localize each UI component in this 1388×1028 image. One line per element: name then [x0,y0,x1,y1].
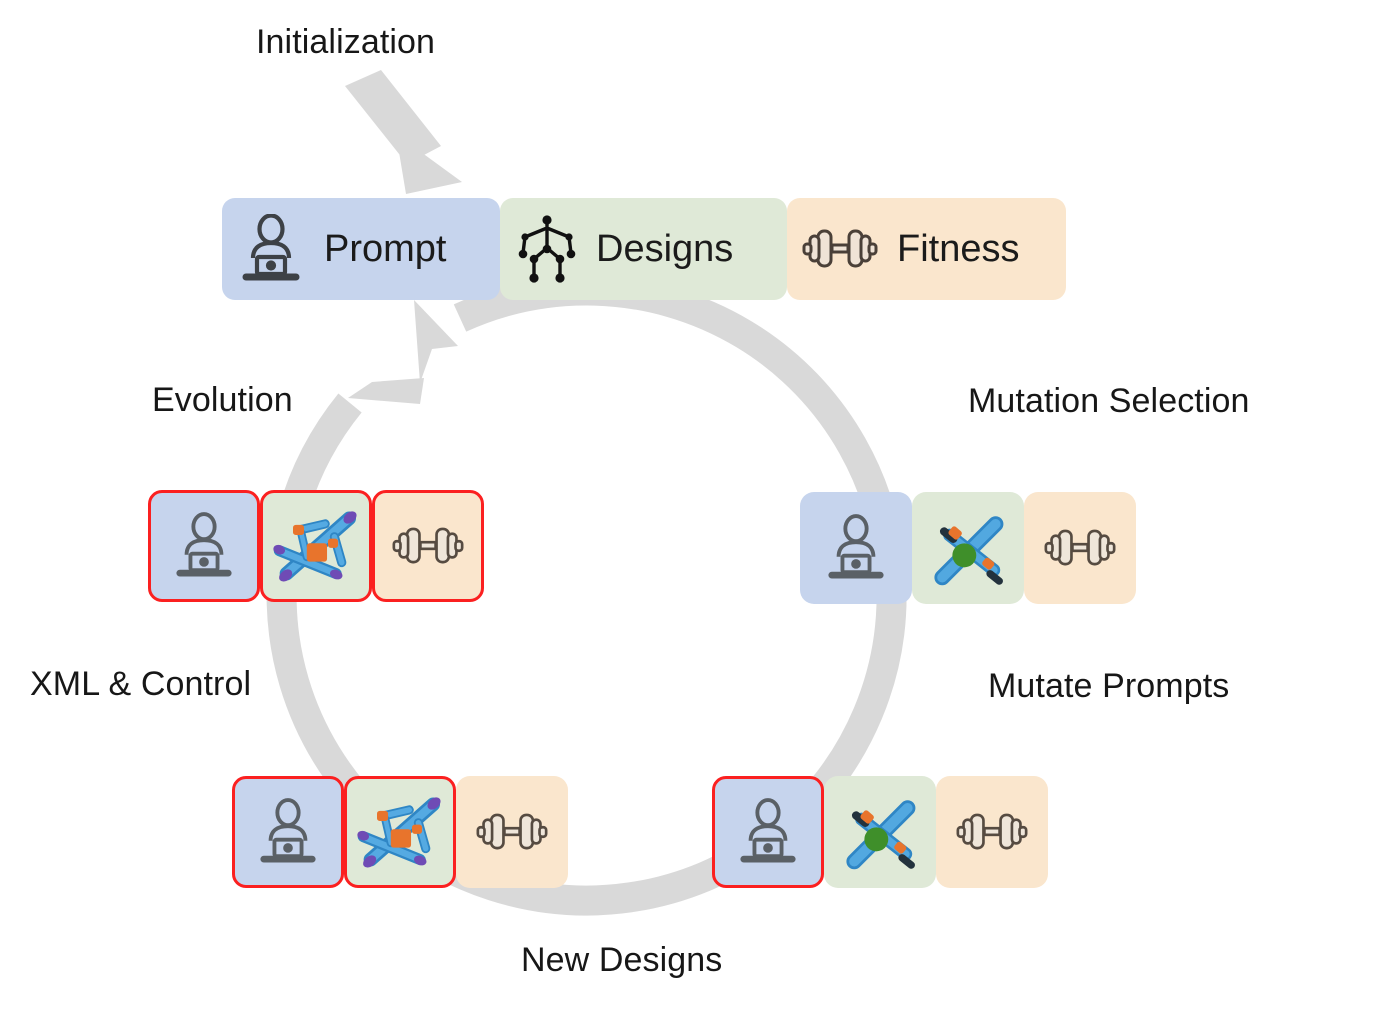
cell-prompt[interactable] [232,776,344,888]
stick-figure-skeleton-icon [514,212,580,286]
stage-pill-designs-label: Designs [596,227,734,270]
label-initialization: Initialization [256,23,436,61]
cell-prompt[interactable] [800,492,912,604]
group-evolution [148,490,484,602]
stage-pill-fitness-label: Fitness [897,227,1020,270]
cell-prompt[interactable] [148,490,260,602]
group-mutation-selection [800,492,1136,604]
stage-pill-fitness[interactable]: Fitness [787,198,1066,300]
label-evolution: Evolution [152,381,293,419]
group-xml-control [232,776,568,888]
group-mutate-prompts [712,776,1048,888]
cell-fitness[interactable] [372,490,484,602]
ring-tail-joint [348,378,424,404]
dumbbell-icon [801,223,879,275]
label-mutate-prompts: Mutate Prompts [988,667,1230,705]
cell-design[interactable] [824,776,936,888]
label-mutation-selection: Mutation Selection [968,382,1250,420]
label-xml-control: XML & Control [30,665,252,703]
cell-prompt[interactable] [712,776,824,888]
cell-fitness[interactable] [936,776,1048,888]
cell-design[interactable] [260,490,372,602]
person-at-laptop-icon [240,214,302,284]
stage-pill-designs[interactable]: Designs [500,198,787,300]
cell-design[interactable] [344,776,456,888]
stage-pill-row: Prompt Designs Fitness [222,198,1066,300]
initialization-arrow [345,70,462,194]
diagram-canvas: Initialization Evolution Mutation Select… [0,0,1388,1028]
stage-pill-prompt[interactable]: Prompt [222,198,500,300]
ring-arrowhead [414,300,458,383]
cell-fitness[interactable] [456,776,568,888]
stage-pill-prompt-label: Prompt [324,227,447,270]
label-new-designs: New Designs [521,941,723,979]
cell-fitness[interactable] [1024,492,1136,604]
cell-design[interactable] [912,492,1024,604]
